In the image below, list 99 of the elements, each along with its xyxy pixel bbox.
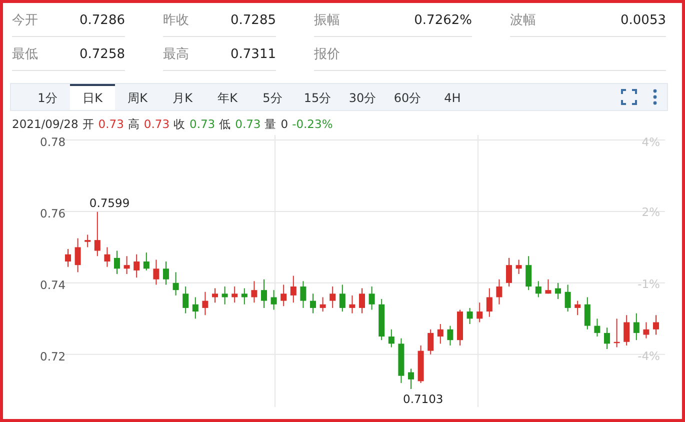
candlestick xyxy=(300,280,306,308)
candlestick xyxy=(280,284,287,307)
candlestick xyxy=(251,280,258,304)
candlestick xyxy=(574,300,581,316)
stat-label: 最高 xyxy=(163,46,189,63)
candlestick xyxy=(594,318,600,338)
quote-date: 2021/09/28 xyxy=(12,117,78,133)
candlestick xyxy=(192,296,198,320)
candlestick xyxy=(143,252,150,271)
period-tab[interactable]: 年K xyxy=(205,84,250,110)
candlestick xyxy=(261,278,267,308)
candlestick xyxy=(212,288,218,304)
stat-label: 波幅 xyxy=(510,12,536,29)
candlestick xyxy=(428,328,434,355)
period-tab[interactable]: 5分 xyxy=(250,84,295,110)
stat-label: 今开 xyxy=(12,12,38,29)
candlestick xyxy=(182,286,189,314)
stat-value: 0.7262% xyxy=(414,12,472,28)
candlestick xyxy=(310,293,316,314)
candlestick xyxy=(447,325,454,346)
stat-label: 报价 xyxy=(314,46,340,63)
price-annotation: 0.7599 xyxy=(89,196,130,210)
price-axis-label: 0.76 xyxy=(40,206,66,220)
quote-value: 0 xyxy=(280,117,288,133)
candlestick xyxy=(535,280,542,298)
quote-value: 0.73 xyxy=(235,117,261,133)
candlestick xyxy=(134,254,140,278)
candlestick xyxy=(466,307,473,325)
candlestick xyxy=(555,282,561,300)
candlestick xyxy=(94,211,100,257)
period-tab[interactable]: 30分 xyxy=(340,84,385,110)
candlestick xyxy=(624,314,630,346)
candlestick xyxy=(74,238,81,273)
candlestick xyxy=(604,327,610,350)
quote-value: 0.73 xyxy=(144,117,170,133)
stat-label: 最低 xyxy=(12,46,38,63)
quote-change: -0.23% xyxy=(292,117,333,133)
candlestick xyxy=(486,288,492,318)
period-tab[interactable]: 日K xyxy=(70,84,115,110)
stat-value: 0.7285 xyxy=(230,12,276,28)
candlestick xyxy=(643,322,650,339)
period-tab[interactable]: 60分 xyxy=(385,84,430,110)
price-axis-label: 0.78 xyxy=(40,135,66,149)
candlestick xyxy=(124,256,130,274)
candlestick xyxy=(408,368,414,390)
price-axis-label: 0.74 xyxy=(40,278,66,292)
candlestick xyxy=(320,296,326,312)
stat-value: 0.7258 xyxy=(80,46,125,62)
period-tab[interactable]: 月K xyxy=(160,84,205,110)
candlestick xyxy=(202,291,208,316)
candlestick xyxy=(526,256,532,291)
quote-value: 0.73 xyxy=(190,117,216,133)
candlestick xyxy=(476,302,483,323)
period-tab[interactable]: 周K xyxy=(115,84,160,110)
candlestick xyxy=(653,314,659,336)
candlestick xyxy=(104,246,110,268)
candlestick xyxy=(545,278,552,294)
quote-label: 开 xyxy=(82,117,94,133)
quote-label: 低 xyxy=(219,117,232,133)
candlestick xyxy=(330,286,336,308)
candlestick xyxy=(241,288,248,305)
candlestick xyxy=(339,284,346,312)
period-tab[interactable]: 15分 xyxy=(295,84,340,110)
candlestick xyxy=(153,259,160,286)
quote-label: 量 xyxy=(264,117,277,133)
period-tab[interactable]: 4H xyxy=(430,84,475,110)
price-annotation: 0.7103 xyxy=(403,392,444,406)
candlestick xyxy=(368,286,375,310)
stat-value: 0.7286 xyxy=(80,12,125,28)
candlestick xyxy=(163,260,169,286)
quote-value: 0.73 xyxy=(98,117,124,133)
candlestick xyxy=(496,278,502,305)
price-axis-label: 0.72 xyxy=(40,349,66,364)
candlestick xyxy=(584,296,590,330)
quote-label: 高 xyxy=(128,117,140,133)
candlestick xyxy=(349,294,356,314)
candlestick xyxy=(388,328,394,348)
candlestick xyxy=(232,286,238,304)
candlestick xyxy=(222,286,228,305)
more-options-icon[interactable] xyxy=(653,89,657,105)
quote-label: 收 xyxy=(174,117,186,133)
fullscreen-icon[interactable] xyxy=(621,89,637,105)
candlestick xyxy=(65,248,71,268)
candlestick xyxy=(437,324,444,344)
candlestick xyxy=(172,272,179,296)
period-tab[interactable]: 1分 xyxy=(25,84,70,110)
candlestick xyxy=(516,259,522,274)
candlestick xyxy=(84,234,91,248)
candlestick xyxy=(359,288,365,314)
stat-label: 昨收 xyxy=(163,12,189,29)
candlestick xyxy=(506,257,512,288)
stat-label: 振幅 xyxy=(314,12,340,29)
candlestick xyxy=(564,284,571,312)
candlestick xyxy=(290,275,296,304)
candlestick xyxy=(633,312,640,341)
stat-value: 0.0053 xyxy=(620,12,666,28)
stat-value: 0.7311 xyxy=(230,46,276,62)
candlestick xyxy=(270,290,277,310)
candlestick xyxy=(114,250,120,274)
